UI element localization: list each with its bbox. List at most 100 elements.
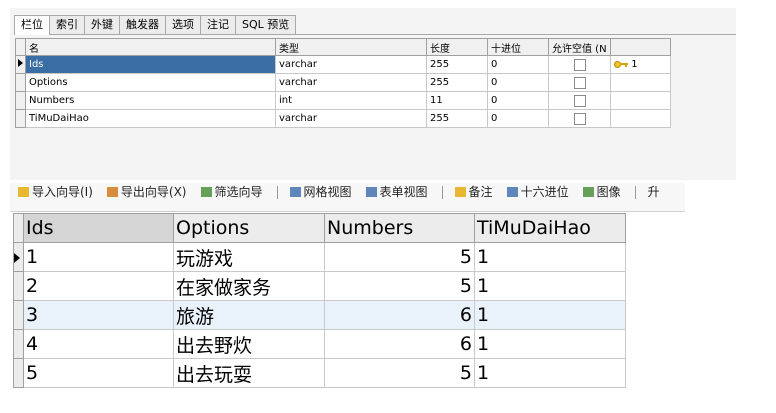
field-key-cell[interactable] xyxy=(610,109,671,128)
memo-icon xyxy=(454,187,466,197)
field-decimals-cell[interactable]: 0 xyxy=(487,55,549,74)
tab-fields[interactable]: 栏位 xyxy=(14,15,50,35)
tab-foreign-keys[interactable]: 外键 xyxy=(84,15,120,34)
cell-options[interactable]: 出去玩耍 xyxy=(173,358,325,388)
cell-numbers[interactable]: 5 xyxy=(324,271,475,301)
grid-header-timudaihao[interactable]: TiMuDaiHao xyxy=(474,213,626,243)
field-allow-null-cell[interactable] xyxy=(548,73,611,92)
form-view-button[interactable]: 表单视图 xyxy=(365,185,428,199)
field-row[interactable]: TiMuDaiHao varchar 255 0 xyxy=(15,109,671,128)
field-key-cell[interactable] xyxy=(610,73,671,92)
current-row-pointer-icon xyxy=(14,253,20,263)
field-type-cell[interactable]: varchar xyxy=(275,109,427,128)
tab-options[interactable]: 选项 xyxy=(165,15,201,34)
allow-null-checkbox[interactable] xyxy=(573,94,586,107)
field-allow-null-cell[interactable] xyxy=(548,55,611,74)
field-type-cell[interactable]: varchar xyxy=(275,73,427,92)
row-indicator xyxy=(13,358,24,388)
row-indicator xyxy=(15,91,26,110)
cell-timudaihao[interactable]: 1 xyxy=(474,329,626,359)
export-wizard-label: 导出向导(X) xyxy=(120,185,187,199)
cell-options[interactable]: 出去野炊 xyxy=(173,329,325,359)
designer-tabs: 栏位 索引 外键 触发器 选项 注记 SQL 预览 xyxy=(14,15,297,35)
hex-button[interactable]: 十六进位 xyxy=(506,185,569,199)
tab-indexes[interactable]: 索引 xyxy=(49,15,85,34)
table-row[interactable]: 5 出去玩耍 5 1 xyxy=(13,358,626,388)
column-header-decimals[interactable]: 十进位 xyxy=(487,38,549,56)
primary-key-icon xyxy=(614,60,628,68)
filter-wizard-button[interactable]: 筛选向导 xyxy=(200,185,263,199)
toolbar-separator xyxy=(276,186,278,199)
grid-view-button[interactable]: 网格视图 xyxy=(289,185,352,199)
cell-ids[interactable]: 5 xyxy=(23,358,174,388)
cell-numbers[interactable]: 5 xyxy=(324,358,475,388)
import-icon xyxy=(18,187,29,197)
cell-ids[interactable]: 3 xyxy=(23,300,174,330)
field-type-cell[interactable]: varchar xyxy=(275,55,427,74)
toolbar-separator xyxy=(634,186,636,199)
cell-numbers[interactable]: 5 xyxy=(324,242,475,272)
tab-triggers[interactable]: 触发器 xyxy=(119,15,166,34)
column-header-key[interactable] xyxy=(610,38,671,56)
hex-icon xyxy=(506,187,518,197)
field-decimals-cell[interactable]: 0 xyxy=(487,109,549,128)
field-length-cell[interactable]: 255 xyxy=(426,109,488,128)
grid-header-ids[interactable]: Ids xyxy=(23,213,174,243)
image-icon xyxy=(582,187,594,197)
field-name-cell[interactable]: TiMuDaiHao xyxy=(25,109,276,128)
column-header-type[interactable]: 类型 xyxy=(275,38,427,56)
field-decimals-cell[interactable]: 0 xyxy=(487,73,549,92)
import-wizard-button[interactable]: 导入向导(I) xyxy=(18,185,93,199)
field-name-cell[interactable]: Numbers xyxy=(25,91,276,110)
cell-timudaihao[interactable]: 1 xyxy=(474,242,626,272)
cell-options[interactable]: 旅游 xyxy=(173,300,325,330)
field-length-cell[interactable]: 255 xyxy=(426,73,488,92)
allow-null-checkbox[interactable] xyxy=(573,58,586,71)
grid-header-numbers[interactable]: Numbers xyxy=(324,213,475,243)
tab-comment[interactable]: 注记 xyxy=(200,15,236,34)
field-length-cell[interactable]: 255 xyxy=(426,55,488,74)
field-allow-null-cell[interactable] xyxy=(548,109,611,128)
image-button[interactable]: 图像 xyxy=(582,185,621,199)
table-row[interactable]: 1 玩游戏 5 1 xyxy=(13,242,626,272)
field-row[interactable]: Options varchar 255 0 xyxy=(15,73,671,92)
column-header-name[interactable]: 名 xyxy=(25,38,276,56)
memo-button[interactable]: 备注 xyxy=(454,185,493,199)
field-key-cell[interactable] xyxy=(610,91,671,110)
cell-timudaihao[interactable]: 1 xyxy=(474,271,626,301)
fields-header-row: 名 类型 长度 十进位 允许空值 (N xyxy=(15,38,671,56)
table-row[interactable]: 2 在家做家务 5 1 xyxy=(13,271,626,301)
field-name-cell[interactable]: Options xyxy=(25,73,276,92)
allow-null-checkbox[interactable] xyxy=(573,112,586,125)
sort-ascending-label: 升 xyxy=(647,185,660,199)
field-name-cell[interactable]: Ids xyxy=(25,55,276,74)
table-row[interactable]: 4 出去野炊 6 1 xyxy=(13,329,626,359)
sort-ascending-button[interactable]: 升 xyxy=(648,185,660,199)
current-row-pointer-icon xyxy=(18,59,23,67)
cell-ids[interactable]: 2 xyxy=(23,271,174,301)
cell-numbers[interactable]: 6 xyxy=(324,329,475,359)
records-grid: Ids Options Numbers TiMuDaiHao 1 玩游戏 5 1… xyxy=(13,213,626,388)
export-wizard-button[interactable]: 导出向导(X) xyxy=(106,185,187,199)
cell-timudaihao[interactable]: 1 xyxy=(474,300,626,330)
column-header-length[interactable]: 长度 xyxy=(426,38,488,56)
tab-sql-preview[interactable]: SQL 预览 xyxy=(235,15,297,34)
cell-numbers[interactable]: 6 xyxy=(324,300,475,330)
allow-null-checkbox[interactable] xyxy=(573,76,586,89)
grid-header-options[interactable]: Options xyxy=(173,213,325,243)
cell-options[interactable]: 在家做家务 xyxy=(173,271,325,301)
cell-timudaihao[interactable]: 1 xyxy=(474,358,626,388)
field-row[interactable]: Ids varchar 255 0 1 xyxy=(15,55,671,74)
field-length-cell[interactable]: 11 xyxy=(426,91,488,110)
field-key-cell[interactable]: 1 xyxy=(610,55,671,74)
field-row[interactable]: Numbers int 11 0 xyxy=(15,91,671,110)
field-allow-null-cell[interactable] xyxy=(548,91,611,110)
cell-ids[interactable]: 1 xyxy=(23,242,174,272)
table-row[interactable]: 3 旅游 6 1 xyxy=(13,300,626,330)
column-header-allow-null[interactable]: 允许空值 (N xyxy=(548,38,611,56)
field-type-cell[interactable]: int xyxy=(275,91,427,110)
field-decimals-cell[interactable]: 0 xyxy=(487,91,549,110)
form-view-icon xyxy=(365,187,377,197)
cell-ids[interactable]: 4 xyxy=(23,329,174,359)
cell-options[interactable]: 玩游戏 xyxy=(173,242,325,272)
